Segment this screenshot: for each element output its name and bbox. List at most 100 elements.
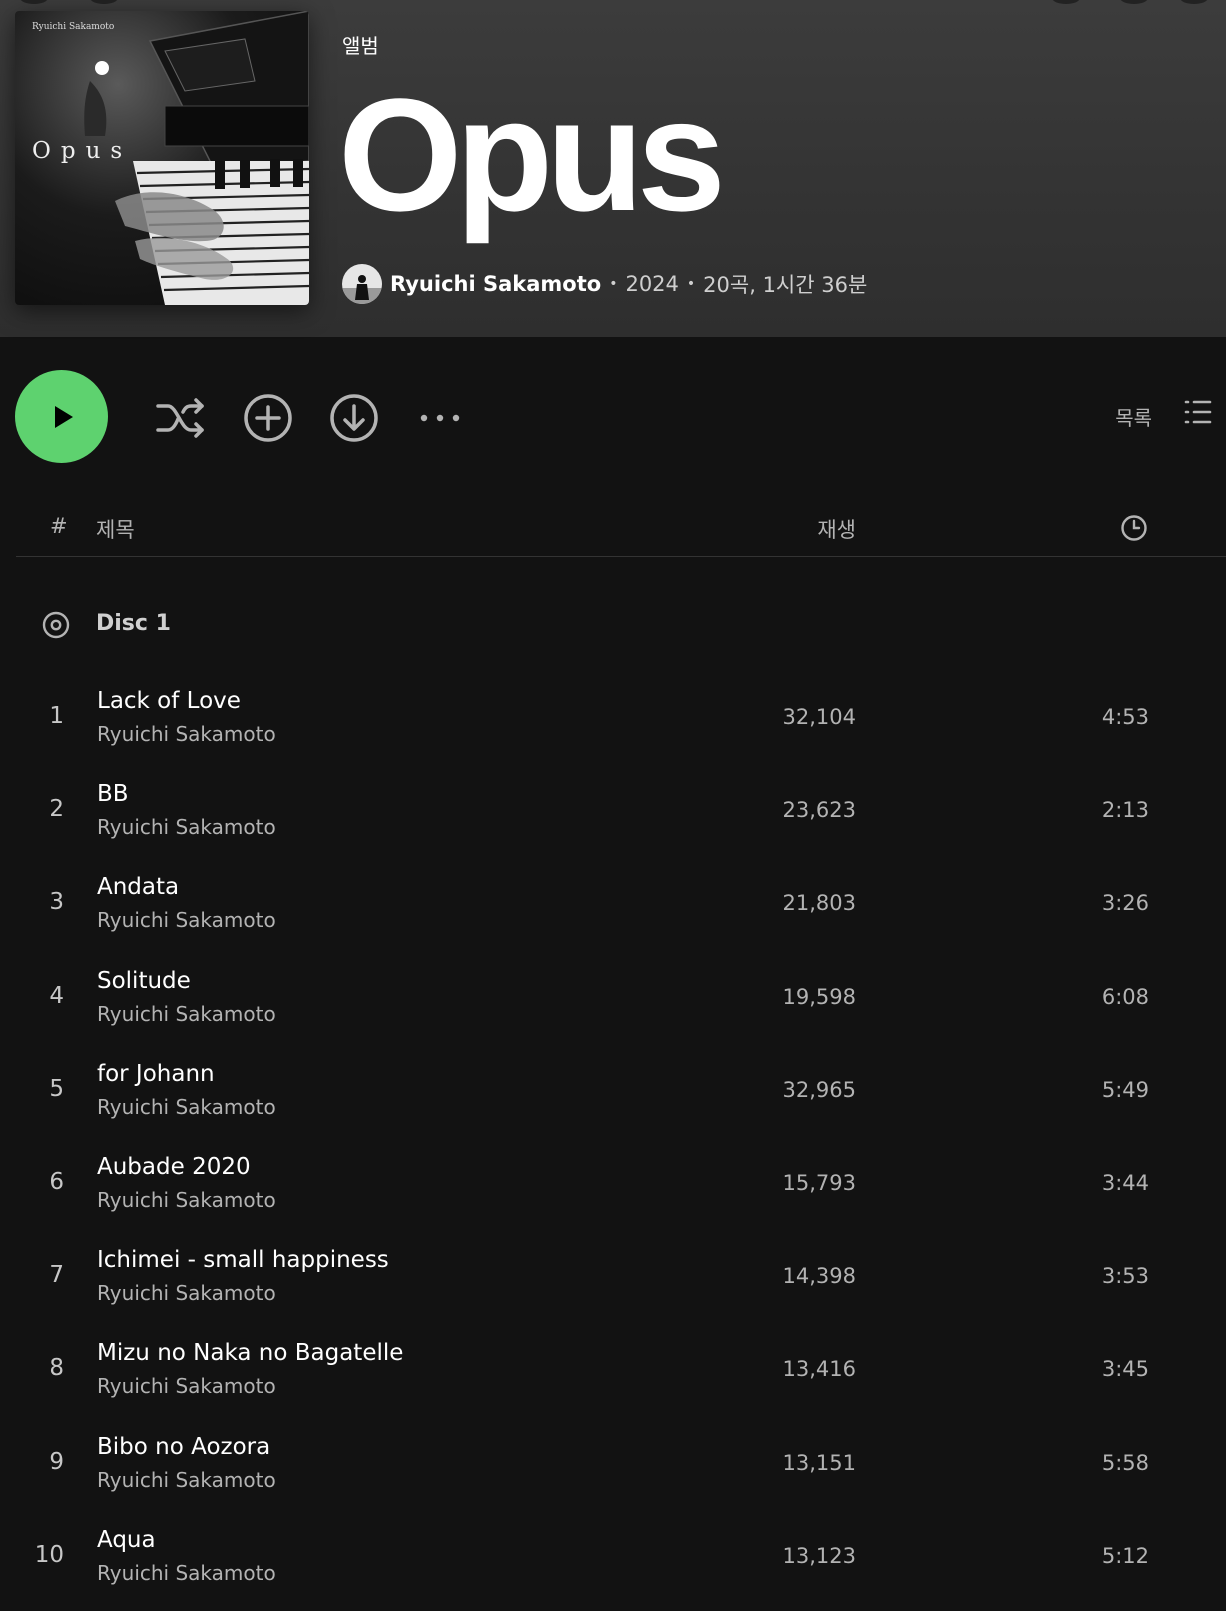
track-number: 5 xyxy=(49,1075,64,1102)
track-plays: 13,123 xyxy=(782,1543,856,1568)
track-duration: 3:26 xyxy=(1101,891,1149,916)
header-action-button[interactable] xyxy=(1180,0,1208,4)
track-plays: 23,623 xyxy=(782,798,856,823)
artist-link[interactable]: Ryuichi Sakamoto xyxy=(390,272,601,296)
track-title[interactable]: Aqua xyxy=(97,1527,156,1553)
album-header: Ryuichi Sakamoto Opus 앨범 Opus Ryuichi Sa… xyxy=(0,0,1226,337)
nav-forward-button[interactable] xyxy=(90,0,118,4)
album-year: 2024 xyxy=(625,272,679,296)
cover-credit-text: Ryuichi Sakamoto xyxy=(32,22,115,32)
track-plays: 13,416 xyxy=(782,1357,856,1382)
track-row[interactable]: 1 Lack of Love Ryuichi Sakamoto 32,104 4… xyxy=(0,679,1226,772)
disc-row: Disc 1 xyxy=(0,605,1226,645)
shuffle-icon xyxy=(156,398,204,438)
track-artist[interactable]: Ryuichi Sakamoto xyxy=(97,1002,276,1026)
track-row[interactable]: 5 for Johann Ryuichi Sakamoto 32,965 5:4… xyxy=(0,1052,1226,1145)
track-artist[interactable]: Ryuichi Sakamoto xyxy=(97,1561,276,1585)
track-duration: 5:49 xyxy=(1101,1077,1149,1102)
track-title[interactable]: Lack of Love xyxy=(97,688,241,714)
more-options-button[interactable] xyxy=(414,392,466,444)
track-row[interactable]: 9 Bibo no Aozora Ryuichi Sakamoto 13,151… xyxy=(0,1425,1226,1518)
cover-title-text: Opus xyxy=(32,138,133,164)
track-title[interactable]: Aubade 2020 xyxy=(97,1154,251,1180)
track-number: 7 xyxy=(49,1262,64,1289)
avatar-image xyxy=(342,264,382,304)
track-artist[interactable]: Ryuichi Sakamoto xyxy=(97,722,276,746)
track-artist[interactable]: Ryuichi Sakamoto xyxy=(97,1095,276,1119)
track-duration: 5:58 xyxy=(1101,1450,1149,1475)
disc-icon-wrapper xyxy=(42,611,70,639)
meta-separator: • xyxy=(609,276,618,292)
list-view-icon xyxy=(1184,400,1212,424)
album-meta: Ryuichi Sakamoto • 2024 • 20곡, 1시간 36분 xyxy=(342,264,867,304)
clock-icon xyxy=(1121,515,1147,541)
track-number: 3 xyxy=(49,889,64,916)
track-list: 1 Lack of Love Ryuichi Sakamoto 32,104 4… xyxy=(0,679,1226,1611)
track-number: 2 xyxy=(49,796,64,823)
track-title[interactable]: Solitude xyxy=(97,968,191,994)
track-title[interactable]: BB xyxy=(97,781,129,807)
track-title[interactable]: Mizu no Naka no Bagatelle xyxy=(97,1340,403,1366)
track-number: 9 xyxy=(49,1448,64,1475)
list-view-button[interactable] xyxy=(1184,398,1212,426)
column-plays-header: 재생 xyxy=(817,518,856,542)
track-duration: 3:44 xyxy=(1101,1170,1149,1195)
track-artist[interactable]: Ryuichi Sakamoto xyxy=(97,1374,276,1398)
view-mode-label[interactable]: 목록 xyxy=(1115,402,1152,431)
header-action-button[interactable] xyxy=(1052,0,1080,4)
track-artist[interactable]: Ryuichi Sakamoto xyxy=(97,1468,276,1492)
track-number: 6 xyxy=(49,1168,64,1195)
album-summary: 20곡, 1시간 36분 xyxy=(703,273,868,297)
artist-avatar[interactable] xyxy=(342,264,382,304)
download-icon xyxy=(330,394,378,442)
track-number: 1 xyxy=(49,703,64,729)
track-title[interactable]: Bibo no Aozora xyxy=(97,1434,270,1460)
nav-back-button[interactable] xyxy=(20,0,48,4)
track-duration: 2:13 xyxy=(1101,798,1149,823)
add-circle-icon xyxy=(244,394,292,442)
track-number: 10 xyxy=(34,1541,64,1568)
track-plays: 15,793 xyxy=(782,1170,856,1195)
track-duration: 3:53 xyxy=(1101,1264,1149,1289)
action-bar: 목록 xyxy=(0,370,1226,466)
track-number: 4 xyxy=(49,982,64,1009)
album-cover[interactable]: Ryuichi Sakamoto Opus xyxy=(15,11,309,305)
track-number: 8 xyxy=(49,1355,64,1382)
track-plays: 21,803 xyxy=(782,891,856,916)
track-duration: 3:45 xyxy=(1101,1357,1149,1382)
track-duration: 4:53 xyxy=(1101,705,1149,729)
track-plays: 14,398 xyxy=(782,1264,856,1289)
disc-icon xyxy=(42,611,70,639)
track-row[interactable]: 8 Mizu no Naka no Bagatelle Ryuichi Saka… xyxy=(0,1331,1226,1424)
album-type-label: 앨범 xyxy=(342,34,379,58)
track-row[interactable]: 3 Andata Ryuichi Sakamoto 21,803 3:26 xyxy=(0,865,1226,958)
column-number-header: # xyxy=(50,514,68,538)
track-artist[interactable]: Ryuichi Sakamoto xyxy=(97,908,276,932)
track-row[interactable]: 2 BB Ryuichi Sakamoto 23,623 2:13 xyxy=(0,772,1226,865)
track-title[interactable]: Andata xyxy=(97,874,179,900)
track-plays: 32,104 xyxy=(782,705,856,729)
play-icon xyxy=(54,405,73,428)
header-divider xyxy=(16,556,1226,557)
more-icon xyxy=(420,414,460,422)
add-to-library-button[interactable] xyxy=(242,392,294,444)
track-duration: 5:12 xyxy=(1101,1543,1149,1568)
track-title[interactable]: for Johann xyxy=(97,1061,215,1087)
track-row[interactable]: 6 Aubade 2020 Ryuichi Sakamoto 15,793 3:… xyxy=(0,1145,1226,1238)
shuffle-button[interactable] xyxy=(155,392,207,444)
track-artist[interactable]: Ryuichi Sakamoto xyxy=(97,1188,276,1212)
download-button[interactable] xyxy=(328,392,380,444)
track-title[interactable]: Ichimei - small happiness xyxy=(97,1247,389,1273)
column-title-header: 제목 xyxy=(96,518,135,542)
track-row[interactable]: 4 Solitude Ryuichi Sakamoto 19,598 6:08 xyxy=(0,959,1226,1052)
track-row[interactable]: 7 Ichimei - small happiness Ryuichi Saka… xyxy=(0,1238,1226,1331)
meta-separator: • xyxy=(686,276,696,292)
play-button[interactable] xyxy=(15,370,108,463)
track-artist[interactable]: Ryuichi Sakamoto xyxy=(97,1281,276,1305)
track-artist[interactable]: Ryuichi Sakamoto xyxy=(97,815,276,839)
track-plays: 13,151 xyxy=(782,1450,856,1475)
track-plays: 32,965 xyxy=(782,1077,856,1102)
track-plays: 19,598 xyxy=(782,984,856,1009)
track-row[interactable]: 10 Aqua Ryuichi Sakamoto 13,123 5:12 xyxy=(0,1518,1226,1611)
header-action-button[interactable] xyxy=(1120,0,1148,4)
